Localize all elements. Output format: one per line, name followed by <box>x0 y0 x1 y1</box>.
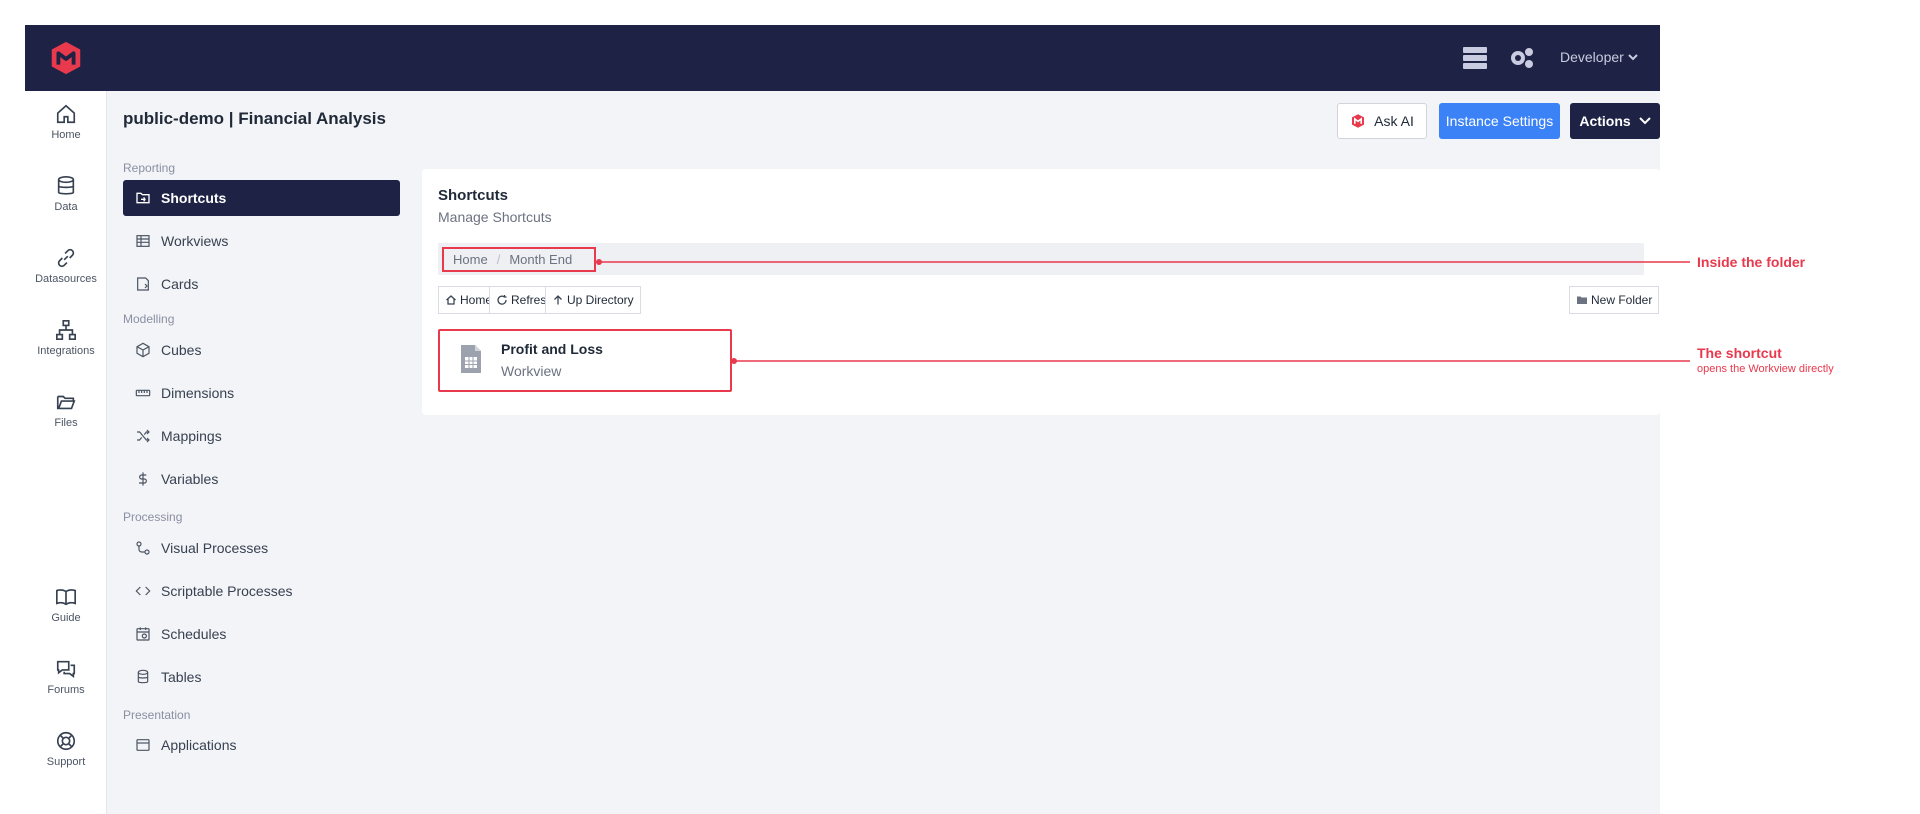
annotation-shortcut-title: The shortcut <box>1697 345 1782 361</box>
annotation-lines <box>596 259 1690 364</box>
annotation-shortcut-subtitle: opens the Workview directly <box>1697 363 1834 375</box>
annotation-dot-shortcut <box>731 358 737 364</box>
annotation-folder-title: Inside the folder <box>1697 254 1806 270</box>
annotation-dot-folder <box>596 259 602 265</box>
